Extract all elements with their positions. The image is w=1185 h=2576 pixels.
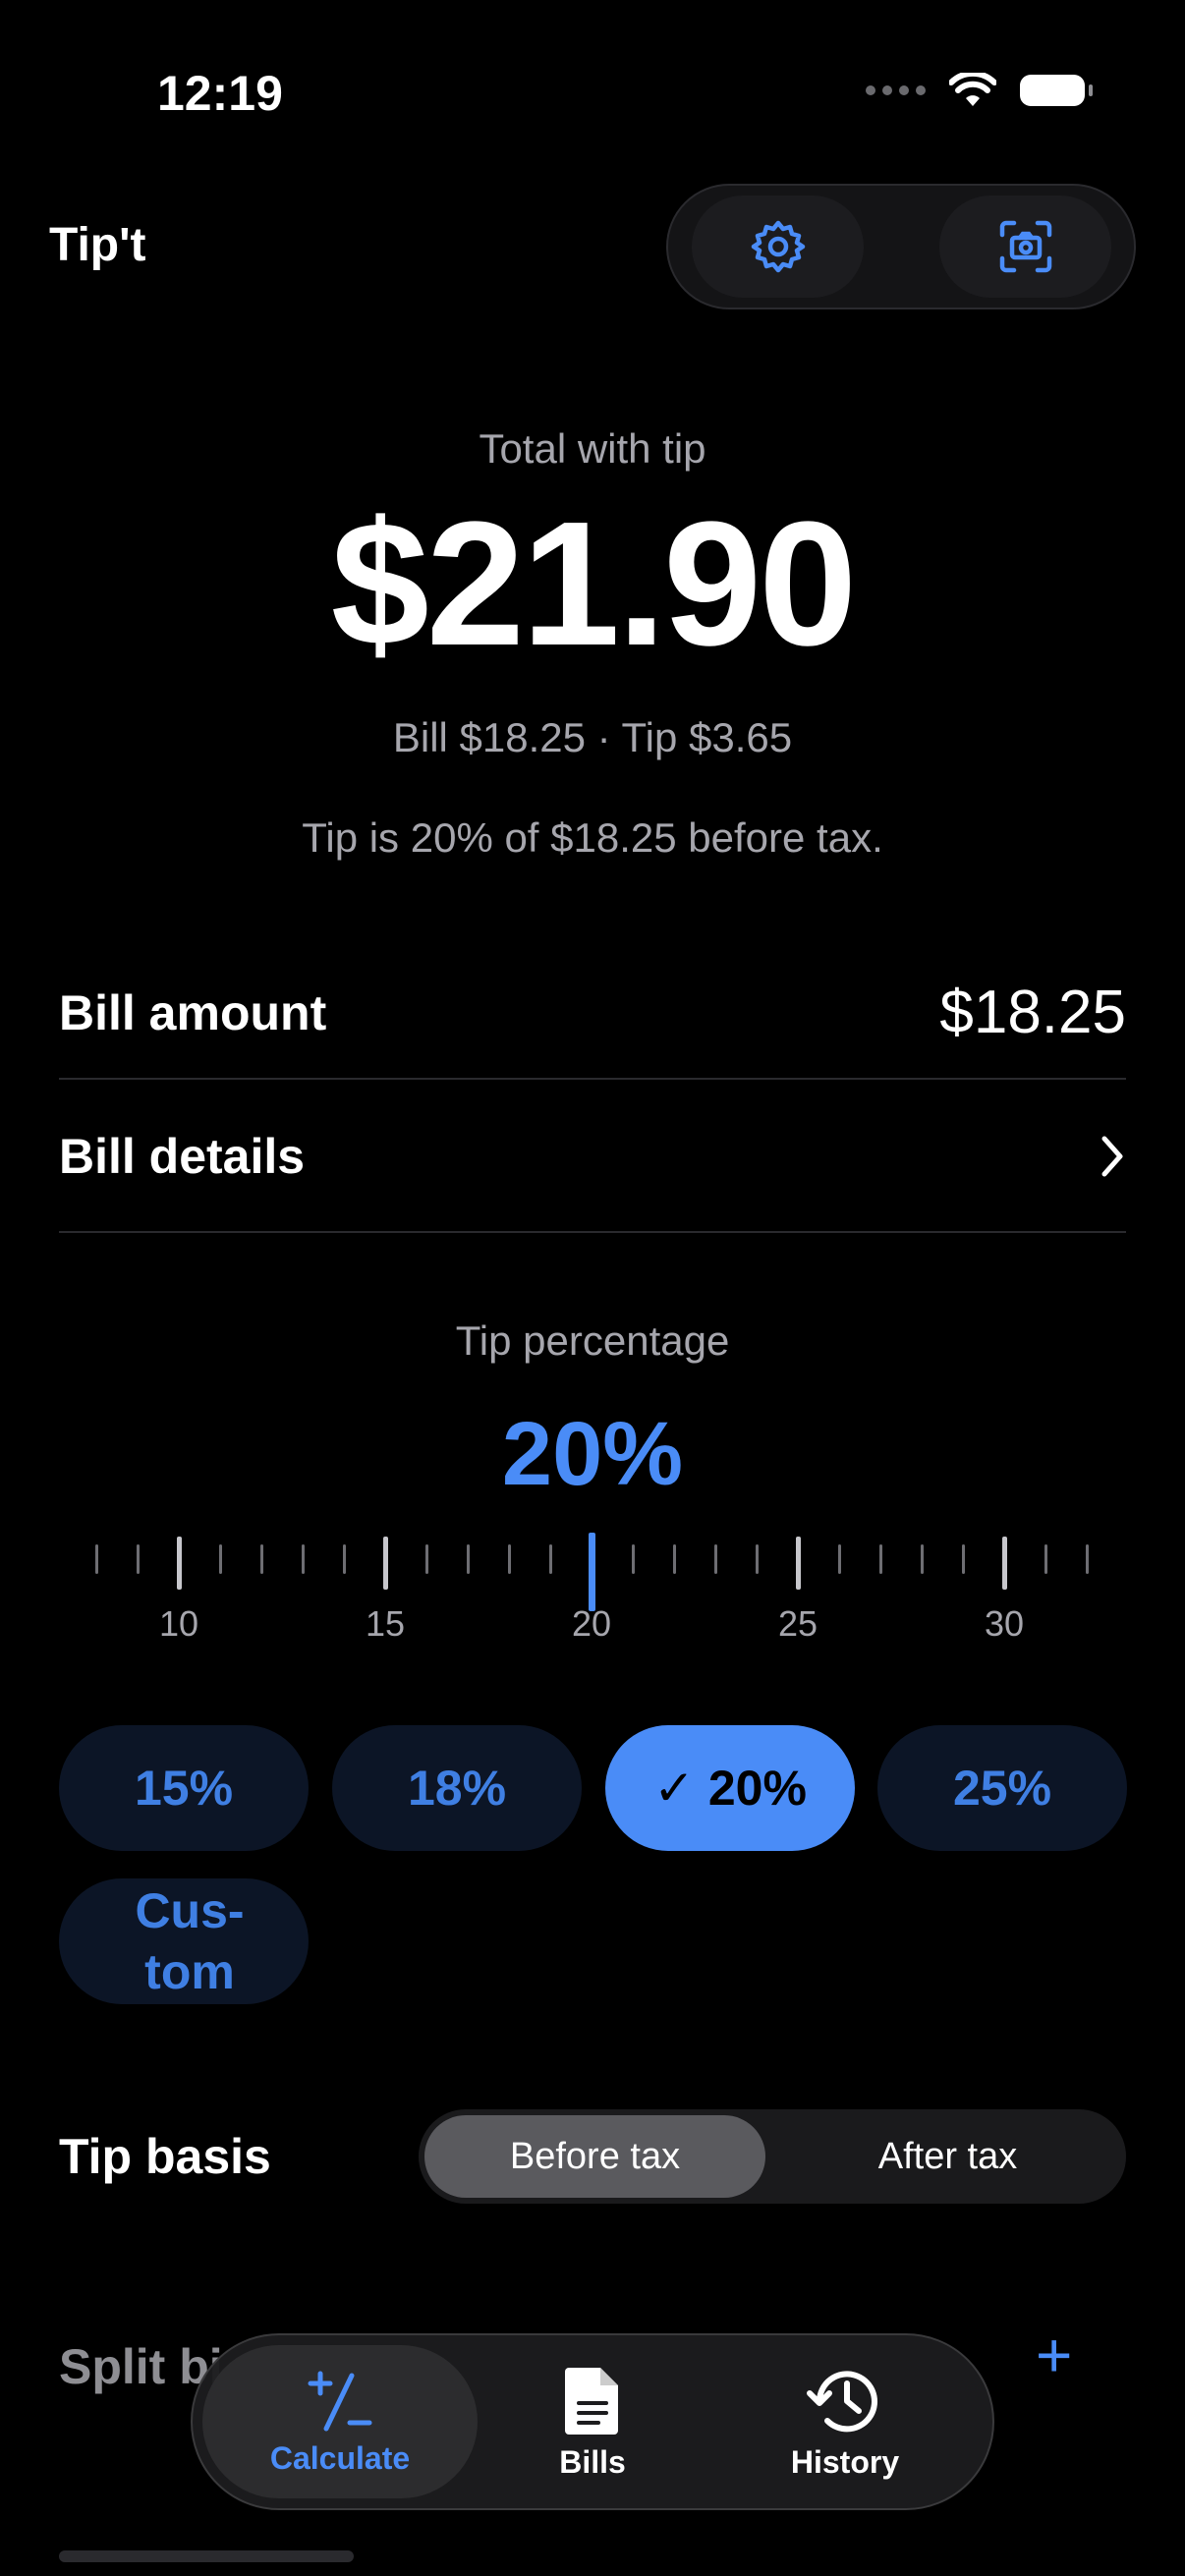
ruler-minor-tick xyxy=(259,1544,263,1574)
ruler-minor-tick xyxy=(713,1544,717,1574)
ruler-minor-tick xyxy=(631,1544,635,1574)
camera-scan-icon xyxy=(999,220,1051,273)
custom-label-line1: Cus- xyxy=(135,1882,245,1938)
tip-basis-after-tax[interactable]: After tax xyxy=(775,2115,1120,2198)
tab-calculate[interactable]: Calculate xyxy=(202,2345,478,2498)
tab-history-label: History xyxy=(790,2443,900,2480)
ruler-minor-tick xyxy=(218,1544,222,1574)
ruler-minor-tick xyxy=(136,1544,140,1574)
tip-basis-label: Tip basis xyxy=(59,2129,271,2184)
ruler-label: 20 xyxy=(571,1603,612,1644)
tip-preset-20[interactable]: ✓ 20% xyxy=(605,1725,855,1851)
divider xyxy=(59,1078,1126,1080)
ruler-minor-tick xyxy=(961,1544,965,1574)
app-title: Tip't xyxy=(49,219,146,271)
history-clock-icon xyxy=(807,2370,877,2432)
bill-details-label: Bill details xyxy=(59,1129,306,1184)
tip-note: Tip is 20% of $18.25 before tax. xyxy=(302,814,883,861)
settings-button[interactable] xyxy=(692,196,864,298)
ruler-minor-tick xyxy=(548,1544,552,1574)
plus-minus-icon xyxy=(308,2371,372,2431)
tip-preset-25[interactable]: 25% xyxy=(877,1725,1127,1851)
total-label: Total with tip xyxy=(479,425,706,472)
tip-percentage-value: 20% xyxy=(501,1404,684,1504)
tip-ruler-slider[interactable]: 10 15 20 25 30 xyxy=(0,1533,1185,1651)
ruler-major-tick xyxy=(795,1537,801,1590)
ruler-minor-tick xyxy=(342,1544,346,1574)
gear-icon xyxy=(751,220,805,273)
ruler-label: 30 xyxy=(984,1603,1025,1644)
ruler-minor-tick xyxy=(1085,1544,1089,1574)
tab-bills-label: Bills xyxy=(559,2443,626,2480)
cellular-icon xyxy=(866,85,926,95)
scan-receipt-button[interactable] xyxy=(939,196,1111,298)
tip-percentage-label: Tip percentage xyxy=(455,1317,730,1364)
add-person-button[interactable]: + xyxy=(1036,2319,1072,2391)
bill-amount-value[interactable]: $18.25 xyxy=(939,978,1126,1047)
tab-calculate-label: Calculate xyxy=(269,2439,411,2476)
ruler-label: 15 xyxy=(365,1603,406,1644)
ruler-major-tick xyxy=(1001,1537,1007,1590)
ruler-major-tick xyxy=(382,1537,388,1590)
wifi-icon xyxy=(949,73,996,106)
tip-preset-custom[interactable]: Cus- tom xyxy=(59,1878,309,2004)
ruler-minor-tick xyxy=(837,1544,841,1574)
ruler-minor-tick xyxy=(755,1544,759,1574)
ruler-minor-tick xyxy=(878,1544,882,1574)
tab-bills[interactable]: Bills xyxy=(491,2345,694,2498)
ruler-minor-tick xyxy=(94,1544,98,1574)
ruler-minor-tick xyxy=(507,1544,511,1574)
document-icon xyxy=(565,2367,618,2435)
ruler-label: 25 xyxy=(777,1603,818,1644)
ruler-minor-tick xyxy=(301,1544,305,1574)
tip-basis-before-tax[interactable]: Before tax xyxy=(424,2115,765,2198)
tab-history[interactable]: History xyxy=(747,2345,943,2498)
ruler-major-tick xyxy=(176,1537,182,1590)
ruler-minor-tick xyxy=(1044,1544,1047,1574)
round-total-row[interactable] xyxy=(59,2550,393,2576)
ruler-minor-tick xyxy=(424,1544,428,1574)
chevron-right-icon xyxy=(1101,1136,1123,1177)
ruler-label: 10 xyxy=(158,1603,199,1644)
tip-preset-15[interactable]: 15% xyxy=(59,1725,309,1851)
custom-label-line2: tom xyxy=(144,1944,235,1999)
ruler-minor-tick xyxy=(672,1544,676,1574)
bill-tip-breakdown: Bill $18.25 · Tip $3.65 xyxy=(392,714,793,760)
divider xyxy=(59,1231,1126,1233)
status-icons xyxy=(866,73,1093,108)
bill-amount-label: Bill amount xyxy=(59,985,327,1040)
ruler-minor-tick xyxy=(920,1544,924,1574)
total-value: $21.90 xyxy=(330,485,858,683)
status-time: 12:19 xyxy=(157,66,283,121)
ruler-current-marker xyxy=(588,1533,595,1611)
tip-preset-18[interactable]: 18% xyxy=(332,1725,582,1851)
ruler-minor-tick xyxy=(466,1544,470,1574)
battery-icon xyxy=(1020,75,1093,106)
